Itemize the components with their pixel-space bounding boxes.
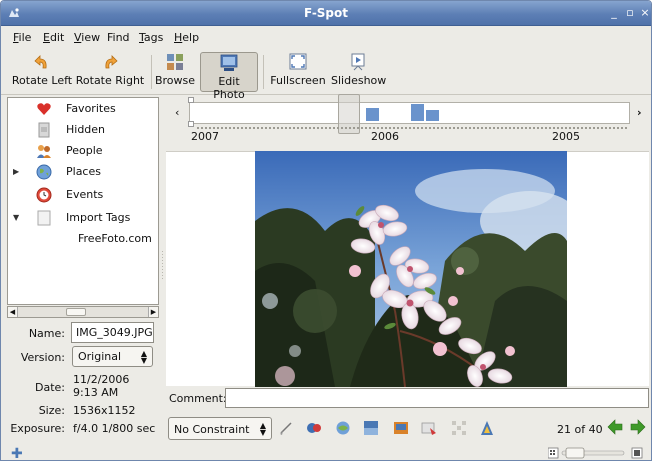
pane-resize-grip[interactable] bbox=[161, 251, 164, 281]
timeline-year: 2006 bbox=[371, 130, 399, 143]
name-field[interactable]: IMG_3049.JPG bbox=[71, 322, 154, 343]
hidden-icon bbox=[38, 122, 50, 138]
add-icon[interactable]: ✚ bbox=[11, 446, 23, 460]
timeline-bar bbox=[366, 108, 379, 121]
version-label: Version: bbox=[20, 351, 65, 364]
tag-item-events[interactable]: Events bbox=[8, 185, 158, 205]
timeline-bar bbox=[411, 104, 424, 121]
auto-level-icon[interactable] bbox=[479, 420, 495, 436]
edit-photo-button[interactable]: Edit Photo bbox=[200, 52, 258, 101]
tag-item-freefoto[interactable]: FreeFoto.com bbox=[8, 229, 158, 249]
previous-photo-icon[interactable] bbox=[607, 419, 623, 435]
rotate-left-icon bbox=[34, 55, 47, 69]
browse-button[interactable]: Browse bbox=[154, 52, 196, 92]
color-adjust-icon[interactable] bbox=[335, 420, 351, 436]
black-white-icon[interactable] bbox=[393, 420, 409, 436]
photo-image[interactable] bbox=[255, 151, 567, 387]
tag-list-scrollbar[interactable]: ◀ ▶ bbox=[7, 306, 159, 318]
menu-view[interactable]: View bbox=[74, 31, 100, 44]
globe-icon bbox=[36, 164, 52, 180]
slideshow-button[interactable]: Slideshow bbox=[331, 52, 386, 92]
close-icon[interactable]: × bbox=[638, 6, 651, 20]
exposure-value: f/4.0 1/800 sec bbox=[73, 422, 156, 435]
toolbar-separator bbox=[151, 55, 152, 89]
timeline-handle[interactable] bbox=[188, 121, 194, 127]
minimize-icon[interactable]: _ bbox=[607, 6, 621, 20]
tag-item-favorites[interactable]: Favorites bbox=[8, 99, 158, 119]
spin-arrows-icon: ▲ ▼ bbox=[140, 349, 147, 365]
version-select[interactable]: Original ▲ ▼ bbox=[72, 346, 153, 367]
timeline-track[interactable] bbox=[189, 102, 630, 124]
scroll-right-icon[interactable]: ▶ bbox=[148, 307, 158, 317]
size-value: 1536x1152 bbox=[73, 404, 136, 417]
heart-icon bbox=[37, 103, 51, 115]
date-value-time: 9:13 AM bbox=[73, 386, 119, 399]
photo-counter: 21 of 40 bbox=[557, 423, 603, 436]
slideshow-icon bbox=[351, 53, 365, 71]
tag-item-people[interactable]: People bbox=[8, 141, 158, 161]
constraint-select[interactable]: No Constraint ▲ ▼ bbox=[168, 417, 272, 440]
date-label: Date: bbox=[35, 381, 65, 394]
timeline-handle[interactable] bbox=[188, 97, 194, 103]
import-tags-icon bbox=[37, 210, 51, 226]
people-icon bbox=[37, 145, 51, 158]
next-photo-icon[interactable] bbox=[630, 419, 646, 435]
timeline-left-icon[interactable]: ‹ bbox=[175, 106, 179, 119]
size-label: Size: bbox=[38, 404, 65, 417]
tag-item-hidden[interactable]: Hidden bbox=[8, 120, 158, 140]
date-value-date: 11/2/2006 bbox=[73, 373, 130, 386]
title-bar[interactable]: F-Spot _ ▫ × bbox=[1, 1, 651, 26]
toolbar: Rotate Left Rotate Right Browse Edit Pho… bbox=[1, 49, 651, 101]
menu-tags[interactable]: Tags bbox=[139, 31, 163, 44]
expand-arrow-icon[interactable]: ▶ bbox=[13, 167, 19, 176]
rotate-left-button[interactable]: Rotate Left bbox=[11, 52, 73, 92]
comment-label: Comment: bbox=[169, 392, 227, 405]
scroll-left-icon[interactable]: ◀ bbox=[8, 307, 18, 317]
grid-icon[interactable] bbox=[451, 420, 467, 436]
browse-icon bbox=[167, 54, 183, 70]
timeline-year: 2005 bbox=[552, 130, 580, 143]
scroll-thumb[interactable] bbox=[66, 308, 86, 316]
timeline-right-icon[interactable]: › bbox=[637, 106, 642, 119]
name-label: Name: bbox=[28, 327, 65, 340]
exposure-label: Exposure: bbox=[10, 422, 65, 435]
fullscreen-button[interactable]: Fullscreen bbox=[269, 52, 327, 92]
tag-item-import-tags[interactable]: ▼ Import Tags bbox=[8, 208, 158, 228]
collapse-arrow-icon[interactable]: ▼ bbox=[13, 213, 19, 222]
toolbar-separator bbox=[263, 55, 264, 89]
red-eye-icon[interactable] bbox=[306, 420, 322, 436]
rotate-right-icon bbox=[105, 55, 118, 69]
zoom-slider[interactable] bbox=[548, 447, 643, 459]
edit-photo-icon bbox=[220, 54, 238, 71]
spin-arrows-icon: ▲ ▼ bbox=[259, 421, 266, 437]
timeline[interactable]: ‹ › 2007 2006 2005 bbox=[167, 94, 649, 151]
comment-field[interactable] bbox=[225, 388, 649, 408]
timeline-ticks bbox=[197, 125, 627, 129]
sepia-icon[interactable] bbox=[363, 420, 379, 436]
tag-item-places[interactable]: ▶ Places bbox=[8, 162, 158, 182]
straighten-icon[interactable] bbox=[278, 420, 294, 436]
menu-file[interactable]: File bbox=[13, 31, 31, 44]
tag-photo-icon[interactable] bbox=[421, 420, 437, 436]
fspot-window: F-Spot _ ▫ × File Edit View Find Tags He… bbox=[0, 0, 652, 461]
menu-edit[interactable]: Edit bbox=[43, 31, 64, 44]
fullscreen-icon bbox=[289, 53, 307, 70]
clock-icon bbox=[36, 187, 52, 203]
timeline-year: 2007 bbox=[191, 130, 219, 143]
menu-find[interactable]: Find bbox=[107, 31, 130, 44]
menu-help[interactable]: Help bbox=[174, 31, 199, 44]
tag-list: Favorites Hidden People ▶ Places Events … bbox=[7, 97, 159, 305]
maximize-icon[interactable]: ▫ bbox=[623, 6, 637, 20]
timeline-bar bbox=[426, 110, 439, 121]
menubar: File Edit View Find Tags Help bbox=[1, 27, 651, 49]
rotate-right-button[interactable]: Rotate Right bbox=[75, 52, 145, 92]
window-title: F-Spot bbox=[303, 6, 349, 20]
